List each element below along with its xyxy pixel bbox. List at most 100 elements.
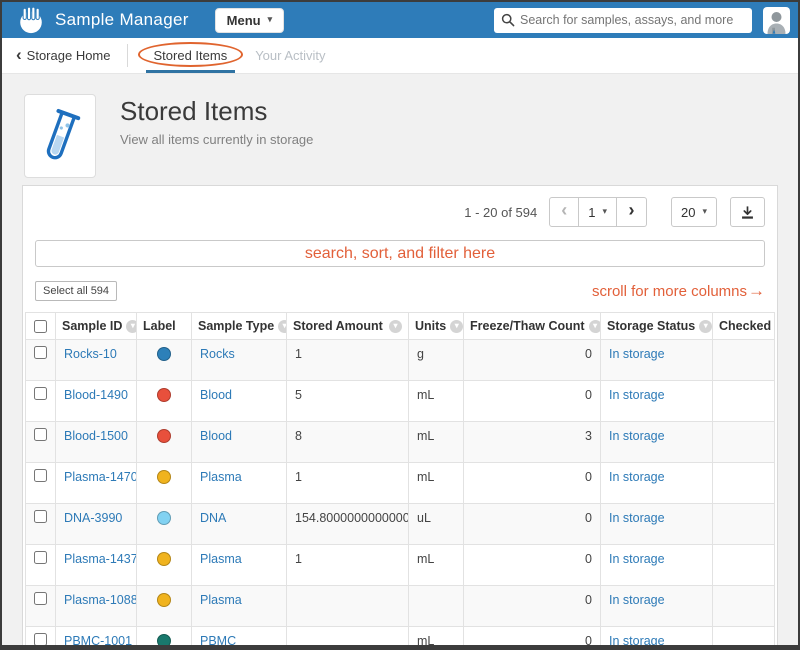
app-title: Sample Manager: [55, 10, 189, 30]
global-search: [494, 8, 752, 33]
tab-your-activity[interactable]: Your Activity: [241, 38, 339, 73]
sample-type-link[interactable]: PBMC: [200, 634, 236, 648]
column-menu-icon[interactable]: [450, 320, 463, 333]
tab-stored-items[interactable]: Stored Items: [140, 38, 242, 73]
sample-color-dot: [157, 511, 171, 525]
user-avatar-button[interactable]: [763, 7, 790, 34]
search-icon: [501, 13, 515, 27]
table-row: Plasma-1088 Plasma 0 In storage: [26, 586, 775, 627]
column-menu-icon[interactable]: [278, 320, 286, 333]
column-header-stored-amount[interactable]: Stored Amount: [287, 313, 409, 340]
sample-id-link[interactable]: Plasma-1437: [64, 552, 137, 566]
next-page-button[interactable]: [617, 197, 647, 227]
units-cell: mL: [409, 422, 464, 463]
sample-id-link[interactable]: Plasma-1470: [64, 470, 137, 484]
sample-id-link[interactable]: PBMC-1001: [64, 634, 132, 648]
stored-items-grid: Sample ID Label Sample Type Stored Amoun…: [25, 312, 775, 650]
checked-out-cell: [713, 463, 775, 504]
storage-status-link[interactable]: In storage: [609, 470, 665, 484]
column-header-freeze-thaw[interactable]: Freeze/Thaw Count: [464, 313, 601, 340]
storage-status-link[interactable]: In storage: [609, 347, 665, 361]
row-checkbox[interactable]: [34, 510, 47, 523]
row-checkbox[interactable]: [34, 633, 47, 646]
table-row: Rocks-10 Rocks 1 g 0 In storage: [26, 340, 775, 381]
select-all-checkbox[interactable]: [34, 320, 47, 333]
units-cell: mL: [409, 545, 464, 586]
sample-color-dot: [157, 634, 171, 648]
sample-id-link[interactable]: Plasma-1088: [64, 593, 137, 607]
sample-id-link[interactable]: Rocks-10: [64, 347, 117, 361]
sample-type-link[interactable]: Plasma: [200, 552, 242, 566]
freeze-thaw-cell: 0: [464, 545, 601, 586]
back-storage-home-link[interactable]: Storage Home: [12, 38, 115, 73]
storage-status-link[interactable]: In storage: [609, 388, 665, 402]
table-row: Blood-1490 Blood 5 mL 0 In storage: [26, 381, 775, 422]
freeze-thaw-cell: 3: [464, 422, 601, 463]
sample-type-link[interactable]: Blood: [200, 388, 232, 402]
checked-out-cell: [713, 545, 775, 586]
export-button[interactable]: [730, 197, 765, 227]
column-menu-icon[interactable]: [389, 320, 402, 333]
row-checkbox[interactable]: [34, 592, 47, 605]
column-menu-icon[interactable]: [126, 320, 136, 333]
sample-type-link[interactable]: Plasma: [200, 470, 242, 484]
grid-toolbar: 1 - 20 of 594 1 20: [35, 196, 765, 228]
table-row: DNA-3990 DNA 154.800000000000011 uL 0 In…: [26, 504, 775, 545]
select-all-button[interactable]: Select all 594: [35, 281, 117, 301]
checked-out-cell: [713, 381, 775, 422]
column-menu-icon[interactable]: [589, 320, 601, 333]
sample-type-link[interactable]: Blood: [200, 429, 232, 443]
storage-status-link[interactable]: In storage: [609, 511, 665, 525]
column-header-units[interactable]: Units: [409, 313, 464, 340]
sample-type-link[interactable]: DNA: [200, 511, 226, 525]
column-header-label[interactable]: Label: [137, 313, 192, 340]
checked-out-cell: [713, 422, 775, 463]
storage-status-link[interactable]: In storage: [609, 552, 665, 566]
stored-amount-cell: 1: [287, 340, 409, 381]
sample-type-link[interactable]: Rocks: [200, 347, 235, 361]
user-avatar-icon: [765, 10, 788, 34]
row-checkbox[interactable]: [34, 428, 47, 441]
active-tab-underline: [146, 70, 236, 73]
column-header-sample-id[interactable]: Sample ID: [56, 313, 137, 340]
search-input[interactable]: [494, 8, 752, 33]
column-header-checked-out[interactable]: Checked Ou: [713, 313, 775, 340]
units-cell: [409, 586, 464, 627]
sample-id-link[interactable]: DNA-3990: [64, 511, 122, 525]
storage-status-link[interactable]: In storage: [609, 593, 665, 607]
sample-color-dot: [157, 552, 171, 566]
checked-out-cell: [713, 627, 775, 650]
stored-amount-cell: 5: [287, 381, 409, 422]
table-row: Plasma-1437 Plasma 1 mL 0 In storage: [26, 545, 775, 586]
column-header-storage-status[interactable]: Storage Status: [601, 313, 713, 340]
grid-filter-input-area[interactable]: search, sort, and filter here: [35, 240, 765, 267]
test-tube-icon: [37, 105, 83, 167]
sample-id-link[interactable]: Blood-1490: [64, 388, 128, 402]
storage-status-link[interactable]: In storage: [609, 634, 665, 648]
row-checkbox[interactable]: [34, 387, 47, 400]
stored-amount-cell: 1: [287, 545, 409, 586]
freeze-thaw-cell: 0: [464, 586, 601, 627]
sample-id-link[interactable]: Blood-1500: [64, 429, 128, 443]
freeze-thaw-cell: 0: [464, 504, 601, 545]
column-menu-icon[interactable]: [699, 320, 712, 333]
freeze-thaw-cell: 0: [464, 381, 601, 422]
menu-button[interactable]: Menu: [215, 8, 284, 33]
page-subtitle: View all items currently in storage: [120, 132, 313, 147]
row-checkbox[interactable]: [34, 346, 47, 359]
checked-out-cell: [713, 340, 775, 381]
grid-header-row: Sample ID Label Sample Type Stored Amoun…: [26, 313, 775, 340]
column-header-sample-type[interactable]: Sample Type: [192, 313, 287, 340]
sample-type-link[interactable]: Plasma: [200, 593, 242, 607]
page-size-dropdown[interactable]: 20: [671, 197, 717, 227]
prev-page-button[interactable]: [549, 197, 579, 227]
grid-panel: 1 - 20 of 594 1 20 search, sort, and fil…: [22, 185, 778, 650]
sample-color-dot: [157, 429, 171, 443]
page-number-dropdown[interactable]: 1: [579, 197, 617, 227]
storage-status-link[interactable]: In storage: [609, 429, 665, 443]
row-checkbox[interactable]: [34, 551, 47, 564]
freeze-thaw-cell: 0: [464, 463, 601, 504]
units-cell: mL: [409, 463, 464, 504]
row-checkbox[interactable]: [34, 469, 47, 482]
sample-color-dot: [157, 388, 171, 402]
